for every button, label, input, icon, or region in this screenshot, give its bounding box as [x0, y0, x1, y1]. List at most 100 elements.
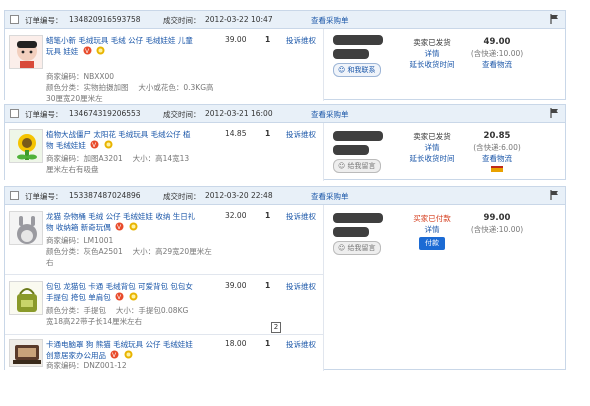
complain-link[interactable]: 投诉维权	[286, 281, 316, 292]
badge-icon: V	[90, 140, 99, 152]
details-link[interactable]: 详情	[403, 48, 461, 59]
deal-time: 2012-03-20 22:48	[205, 191, 273, 200]
order-number: 134674319206553	[69, 109, 141, 118]
leave-message-button[interactable]: ☺ 给我留言	[333, 241, 381, 255]
redacted-name	[333, 35, 383, 45]
quantity: 1	[265, 129, 271, 138]
status-text: 卖家已发货	[413, 38, 451, 47]
seller-info: ☺ 给我留言	[333, 131, 393, 173]
shipping-fee: (含快递:6.00)	[473, 143, 521, 152]
status-text: 买家已付款	[413, 214, 451, 223]
leave-message-button[interactable]: ☺ 给我留言	[333, 159, 381, 173]
track-shipping-link[interactable]: 查看物流	[467, 153, 527, 164]
flag-icon[interactable]	[550, 190, 559, 202]
unit-price: 14.85	[225, 129, 247, 138]
badge-icon: V	[115, 292, 124, 304]
complain-link[interactable]: 投诉维权	[286, 129, 316, 140]
flag-icon[interactable]	[550, 14, 559, 26]
details-link[interactable]: 详情	[403, 224, 461, 235]
quantity: 1	[265, 339, 271, 348]
pay-button[interactable]: 付款	[419, 237, 445, 250]
seller-info: ☺ 和我联系	[333, 35, 393, 77]
product-spec: 宽18高22带子长14厘米左右	[46, 317, 143, 326]
order-checkbox[interactable]	[10, 191, 19, 200]
badge-icon: V	[115, 222, 124, 234]
product-code: 商家编码：NBXX00	[46, 72, 115, 81]
extend-receipt-link[interactable]: 延长收货时间	[403, 59, 461, 70]
quantity: 1	[265, 281, 271, 290]
view-purchase-link[interactable]: 查看采购单	[311, 191, 349, 202]
order-checkbox[interactable]	[10, 15, 19, 24]
order-checkbox[interactable]	[10, 109, 19, 118]
page-indicator[interactable]: 2	[271, 322, 281, 333]
quantity: 1	[265, 211, 271, 220]
order-number-label: 订单编号：	[25, 16, 63, 25]
total-amount: 20.85	[483, 131, 511, 141]
order-number: 134820916593758	[69, 15, 141, 24]
order-item: 卡通电脑罩 狗 熊猫 毛绒玩具 公仔 毛绒娃娃 创意居家办公用品 V 商家编码：…	[5, 335, 323, 371]
product-thumbnail[interactable]	[9, 281, 43, 315]
chat-icon: ☺	[338, 162, 348, 170]
shipping-fee: (含快递:10.00)	[470, 225, 524, 234]
product-title[interactable]: 蜡笔小新 毛绒玩具 毛绒 公仔 毛绒娃娃 儿童玩具 娃娃 V	[46, 35, 196, 58]
order-number-label: 订单编号：	[25, 110, 63, 119]
extend-receipt-link[interactable]: 延长收货时间	[403, 153, 461, 164]
product-code: 商家编码：DNZ001-12	[46, 361, 127, 370]
details-link[interactable]: 详情	[403, 142, 461, 153]
order-total: 20.85 (含快递:6.00) 查看物流	[467, 131, 527, 175]
product-thumbnail[interactable]	[9, 211, 43, 245]
order-card: 订单编号： 153387487024896 成交时间： 2012-03-20 2…	[4, 186, 566, 371]
total-amount: 49.00	[483, 37, 511, 47]
order-number-label: 订单编号：	[25, 192, 63, 201]
view-purchase-link[interactable]: 查看采购单	[311, 109, 349, 120]
product-thumbnail[interactable]	[9, 129, 43, 163]
redacted-name	[333, 145, 369, 155]
deal-time: 2012-03-21 16:00	[205, 109, 273, 118]
product-title[interactable]: 龙猫 杂物桶 毛绒 公仔 毛绒娃娃 收纳 生日礼物 收纳箱 新奇玩偶 V	[46, 211, 196, 234]
order-card: 订单编号： 134820916593758 成交时间： 2012-03-22 1…	[4, 10, 566, 103]
unit-price: 39.00	[225, 35, 247, 44]
gold-medal-icon	[129, 292, 138, 304]
order-number: 153387487024896	[69, 191, 141, 200]
status-text: 卖家已发货	[413, 132, 451, 141]
leave-message-label: 给我留言	[347, 244, 376, 252]
unit-price: 32.00	[225, 211, 247, 220]
complain-link[interactable]: 投诉维权	[286, 339, 316, 350]
product-thumbnail[interactable]	[9, 35, 43, 69]
product-title-text[interactable]: 卡通电脑罩 狗 熊猫 毛绒玩具 公仔 毛绒娃娃 创意居家办公用品	[46, 340, 193, 360]
order-status: 卖家已发货 详情 延长收货时间	[403, 131, 461, 164]
product-title[interactable]: 植物大战僵尸 太阳花 毛绒玩具 毛绒公仔 植物 毛绒娃娃 V	[46, 129, 196, 152]
order-item: 龙猫 杂物桶 毛绒 公仔 毛绒娃娃 收纳 生日礼物 收纳箱 新奇玩偶 V 商家编…	[5, 205, 323, 275]
product-title[interactable]: 包包 龙猫包 卡通 毛绒背包 可爱背包 包包女 手提包 挎包 单肩包 V	[46, 281, 196, 304]
view-purchase-link[interactable]: 查看采购单	[311, 15, 349, 26]
deal-time-label: 成交时间：	[163, 16, 201, 25]
product-spec: 颜色分类：实物拍摄加图 大小或花色：0.3KG高30厘宽20厘米左	[46, 83, 214, 103]
complain-link[interactable]: 投诉维权	[286, 35, 316, 46]
order-total: 49.00 (含快递:10.00) 查看物流	[467, 37, 527, 70]
product-code: 商家编码：LM1001	[46, 236, 114, 245]
product-title-text[interactable]: 蜡笔小新 毛绒玩具 毛绒 公仔 毛绒娃娃 儿童玩具 娃娃	[46, 36, 193, 56]
product-thumbnail[interactable]	[9, 339, 43, 367]
unit-price: 18.00	[225, 339, 247, 348]
flag-icon[interactable]	[550, 108, 559, 120]
order-list: 订单编号： 134820916593758 成交时间： 2012-03-22 1…	[0, 0, 590, 406]
order-total: 99.00 (含快递:10.00)	[467, 213, 527, 235]
product-code: 商家编码：加图A3201 大小：高14宽13	[46, 154, 190, 163]
total-amount: 99.00	[483, 213, 511, 223]
redacted-name	[333, 131, 383, 141]
complain-link[interactable]: 投诉维权	[286, 211, 316, 222]
product-code: 颜色分类：手提包 大小：手提包0.08KG	[46, 306, 189, 315]
order-header: 订单编号： 134674319206553 成交时间： 2012-03-21 1…	[5, 105, 565, 123]
contact-seller-button[interactable]: ☺ 和我联系	[333, 63, 381, 77]
track-shipping-link[interactable]: 查看物流	[467, 59, 527, 70]
product-spec: 颜色分类：灰色A2501 大小：高29宽20厘米左右	[46, 247, 212, 267]
gold-medal-icon	[104, 140, 113, 152]
seller-info: ☺ 给我留言	[333, 213, 393, 255]
chat-icon: ☺	[338, 244, 348, 252]
product-title-text[interactable]: 植物大战僵尸 太阳花 毛绒玩具 毛绒公仔 植物 毛绒娃娃	[46, 130, 191, 150]
shipping-fee: (含快递:10.00)	[470, 49, 524, 58]
gold-medal-icon	[129, 222, 138, 234]
deal-time-label: 成交时间：	[163, 110, 201, 119]
order-header: 订单编号： 153387487024896 成交时间： 2012-03-20 2…	[5, 187, 565, 205]
product-title[interactable]: 卡通电脑罩 狗 熊猫 毛绒玩具 公仔 毛绒娃娃 创意居家办公用品 V	[46, 339, 196, 362]
